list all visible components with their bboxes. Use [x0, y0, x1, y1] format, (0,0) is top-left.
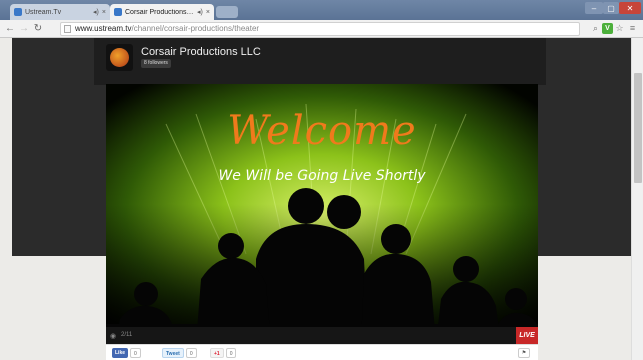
viewer-count: 2/11 [121, 332, 133, 338]
google-plus-button[interactable]: +1 0 [210, 348, 237, 358]
page-scrollbar[interactable] [631, 38, 643, 360]
tab-close-icon[interactable]: × [102, 9, 106, 16]
url-path: /channel/corsair-productions/theater [131, 24, 260, 33]
tab-ustream[interactable]: Ustream.Tv ◂) × [10, 4, 110, 20]
like-label: Like [112, 348, 129, 358]
followers-badge: 8 followers [141, 59, 171, 68]
ustream-favicon-icon [14, 8, 22, 16]
video-player[interactable]: Welcome We Will be Going Live Shortly ◉ … [106, 84, 538, 344]
eye-icon: ◉ [110, 333, 117, 340]
back-arrow-icon[interactable]: ← [4, 23, 16, 35]
menu-icon[interactable]: ≡ [627, 23, 638, 34]
speaker-icon: ◂) [93, 9, 99, 16]
speaker-icon: ◂) [197, 9, 203, 16]
tweet-label: Tweet [162, 348, 184, 358]
reload-icon[interactable]: ↻ [32, 23, 44, 35]
page-icon [64, 25, 71, 33]
flag-icon[interactable]: ⚑ [518, 348, 530, 358]
star-icon[interactable]: ☆ [614, 23, 625, 34]
browser-titlebar: Ustream.Tv ◂) × Corsair Productions LLC … [0, 0, 643, 20]
tab-label: Ustream.Tv [25, 8, 62, 16]
maximize-button[interactable]: ▢ [603, 2, 619, 14]
channel-logo[interactable] [106, 44, 133, 71]
minimize-button[interactable]: – [585, 2, 603, 14]
going-live-subtitle: We Will be Going Live Shortly [218, 168, 426, 184]
tab-corsair[interactable]: Corsair Productions LLC ◂) × [110, 4, 214, 20]
welcome-title: Welcome [227, 108, 417, 154]
url-host: www.ustream.tv [75, 24, 132, 33]
page-content: Corsair Productions LLC 8 followers Welc… [0, 38, 643, 360]
facebook-like-button[interactable]: Like 0 [112, 348, 141, 358]
browser-toolbar: ← → ↻ www.ustream.tv/channel/corsair-pro… [0, 20, 643, 38]
tab-close-icon[interactable]: × [206, 9, 210, 16]
player-control-bar: ◉ 2/11 LIVE [106, 327, 538, 344]
extension-icon[interactable]: V [602, 23, 613, 34]
new-tab-button[interactable] [216, 6, 238, 18]
channel-header: Corsair Productions LLC 8 followers [94, 38, 546, 85]
social-bar: Like 0 Tweet 0 +1 0 ⚑ [106, 344, 538, 360]
close-window-button[interactable]: ✕ [619, 2, 641, 14]
search-icon[interactable]: ⌕ [590, 23, 601, 34]
tweet-count: 0 [185, 348, 197, 358]
tweet-button[interactable]: Tweet 0 [162, 348, 197, 358]
tab-label: Corsair Productions LLC [125, 8, 195, 16]
channel-name[interactable]: Corsair Productions LLC [141, 46, 261, 58]
ustream-favicon-icon [114, 8, 122, 16]
gplus-label: +1 [210, 348, 224, 358]
like-count: 0 [130, 348, 141, 358]
address-bar[interactable]: www.ustream.tv/channel/corsair-productio… [60, 22, 580, 36]
live-badge[interactable]: LIVE [516, 327, 538, 344]
forward-arrow-icon[interactable]: → [18, 23, 30, 35]
gplus-count: 0 [225, 348, 237, 358]
scrollbar-thumb[interactable] [634, 73, 642, 183]
